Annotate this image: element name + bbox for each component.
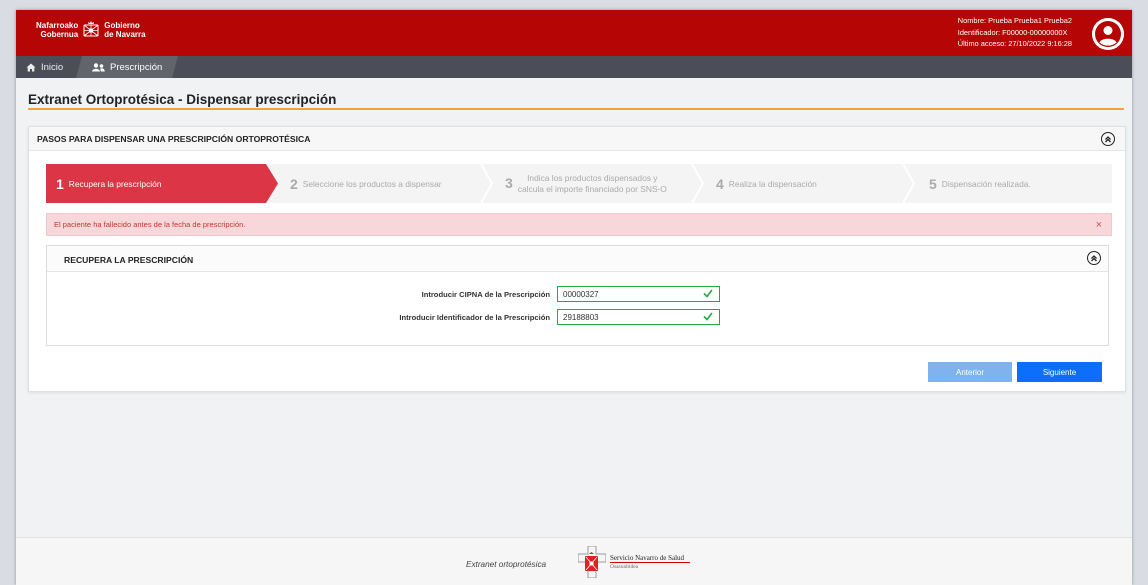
- app-window: Nafarroako Gobernua Gobierno de Navarra …: [16, 10, 1132, 585]
- steps-card-header: PASOS PARA DISPENSAR UNA PRESCRIPCIÓN OR…: [29, 127, 1125, 151]
- sns-name: Servicio Navarro de Salud: [610, 553, 685, 562]
- step-3-number: 3: [505, 175, 513, 191]
- logo-text-spanish-1: Gobierno: [104, 21, 140, 30]
- nav-home[interactable]: Inicio: [26, 56, 63, 78]
- user-info: Nombre: Prueba Prueba1 Prueba2 Identific…: [958, 15, 1072, 50]
- step-1-number: 1: [56, 175, 64, 192]
- identifier-input[interactable]: [557, 309, 720, 325]
- last-access: Último acceso: 27/10/2022 9:16:28: [957, 39, 1072, 48]
- step-1-label: Recupera la prescripción: [68, 178, 162, 189]
- double-chevron-up-icon: [1105, 136, 1111, 143]
- recover-prescription-panel: RECUPERA LA PRESCRIPCIÓN Introducir CIPN…: [46, 245, 1109, 346]
- step-5[interactable]: 5 Dispensación realizada.: [929, 164, 1031, 203]
- page-footer: Extranet ortoprotésica Servicio Navarro …: [16, 537, 1132, 585]
- steps-card-title: PASOS PARA DISPENSAR UNA PRESCRIPCIÓN OR…: [37, 134, 311, 144]
- nav-home-label: Inicio: [41, 61, 64, 73]
- wizard-stepper: 1 Recupera la prescripción 2 Seleccione …: [46, 164, 1112, 203]
- step-3[interactable]: 3 Indica los productos dispensados y cal…: [505, 164, 667, 203]
- step-5-number: 5: [929, 175, 937, 192]
- user-avatar-icon[interactable]: [1092, 18, 1124, 50]
- logo-text-spanish-2: de Navarra: [104, 30, 146, 39]
- recover-panel-title: RECUPERA LA PRESCRIPCIÓN: [64, 255, 194, 265]
- step-2-number: 2: [290, 175, 298, 192]
- sns-shield-icon: [578, 546, 606, 578]
- check-icon: [703, 312, 713, 321]
- step-separator-icon: [691, 164, 705, 203]
- identifier-row: Introducir Identificador de la Prescripc…: [47, 309, 1110, 325]
- check-icon: [703, 289, 713, 298]
- cipna-row: Introducir CIPNA de la Prescripción: [47, 286, 1110, 302]
- logo-text-basque-1: Nafarroako: [36, 21, 79, 30]
- navarra-logo[interactable]: Nafarroako Gobernua Gobierno de Navarra: [36, 20, 146, 40]
- cipna-label: Introducir CIPNA de la Prescripción: [421, 290, 550, 299]
- step-4-number: 4: [716, 175, 724, 192]
- step-2-label: Seleccione los productos a dispensar: [302, 178, 442, 189]
- collapse-recover-button[interactable]: [1087, 251, 1101, 265]
- title-divider: [28, 108, 1124, 110]
- home-icon: [26, 63, 36, 72]
- identifier-label: Introducir Identificador de la Prescripc…: [399, 313, 550, 322]
- step-1[interactable]: 1 Recupera la prescripción: [46, 164, 278, 203]
- step-2[interactable]: 2 Seleccione los productos a dispensar: [290, 164, 442, 203]
- top-header: Nafarroako Gobernua Gobierno de Navarra …: [16, 10, 1132, 56]
- step-4-label: Realiza la dispensación: [728, 178, 817, 189]
- close-icon[interactable]: ×: [1096, 219, 1102, 231]
- error-alert: El paciente ha fallecido antes de la fec…: [46, 213, 1112, 236]
- nav-prescription[interactable]: Prescripción: [76, 56, 178, 78]
- logo-text-basque-2: Gobernua: [40, 30, 79, 39]
- cipna-input[interactable]: [557, 286, 720, 302]
- footer-text: Extranet ortoprotésica: [466, 560, 547, 569]
- next-button[interactable]: Siguiente: [1017, 362, 1102, 382]
- sns-logo[interactable]: Servicio Navarro de Salud Osasunbidea: [578, 546, 690, 578]
- collapse-steps-button[interactable]: [1101, 132, 1115, 146]
- user-identifier: Identificador: F00000-00000000X: [957, 27, 1068, 37]
- user-name: Nombre: Prueba Prueba1 Prueba2: [957, 16, 1072, 25]
- main-nav: Inicio Prescripción: [16, 56, 1132, 78]
- step-5-label: Dispensación realizada.: [941, 178, 1031, 189]
- double-chevron-up-icon: [1091, 255, 1097, 262]
- alert-message: El paciente ha fallecido antes de la fec…: [54, 220, 246, 229]
- nav-prescription-label: Prescripción: [110, 61, 163, 73]
- step-4[interactable]: 4 Realiza la dispensación: [716, 164, 817, 203]
- page-title: Extranet Ortoprotésica - Dispensar presc…: [28, 92, 337, 107]
- steps-card: PASOS PARA DISPENSAR UNA PRESCRIPCIÓN OR…: [28, 126, 1126, 392]
- users-icon: [92, 63, 105, 72]
- previous-button[interactable]: Anterior: [928, 362, 1012, 382]
- recover-panel-header: RECUPERA LA PRESCRIPCIÓN: [47, 246, 1108, 272]
- navarra-shield-icon: [83, 21, 99, 37]
- step-separator-icon: [902, 164, 916, 203]
- step-3-label-line1: Indica los productos dispensados y: [527, 172, 658, 183]
- step-separator-icon: [480, 164, 494, 203]
- step-3-label-line2: calcula el importe financiado por SNS-O: [517, 183, 667, 194]
- sns-subtitle: Osasunbidea: [610, 561, 690, 571]
